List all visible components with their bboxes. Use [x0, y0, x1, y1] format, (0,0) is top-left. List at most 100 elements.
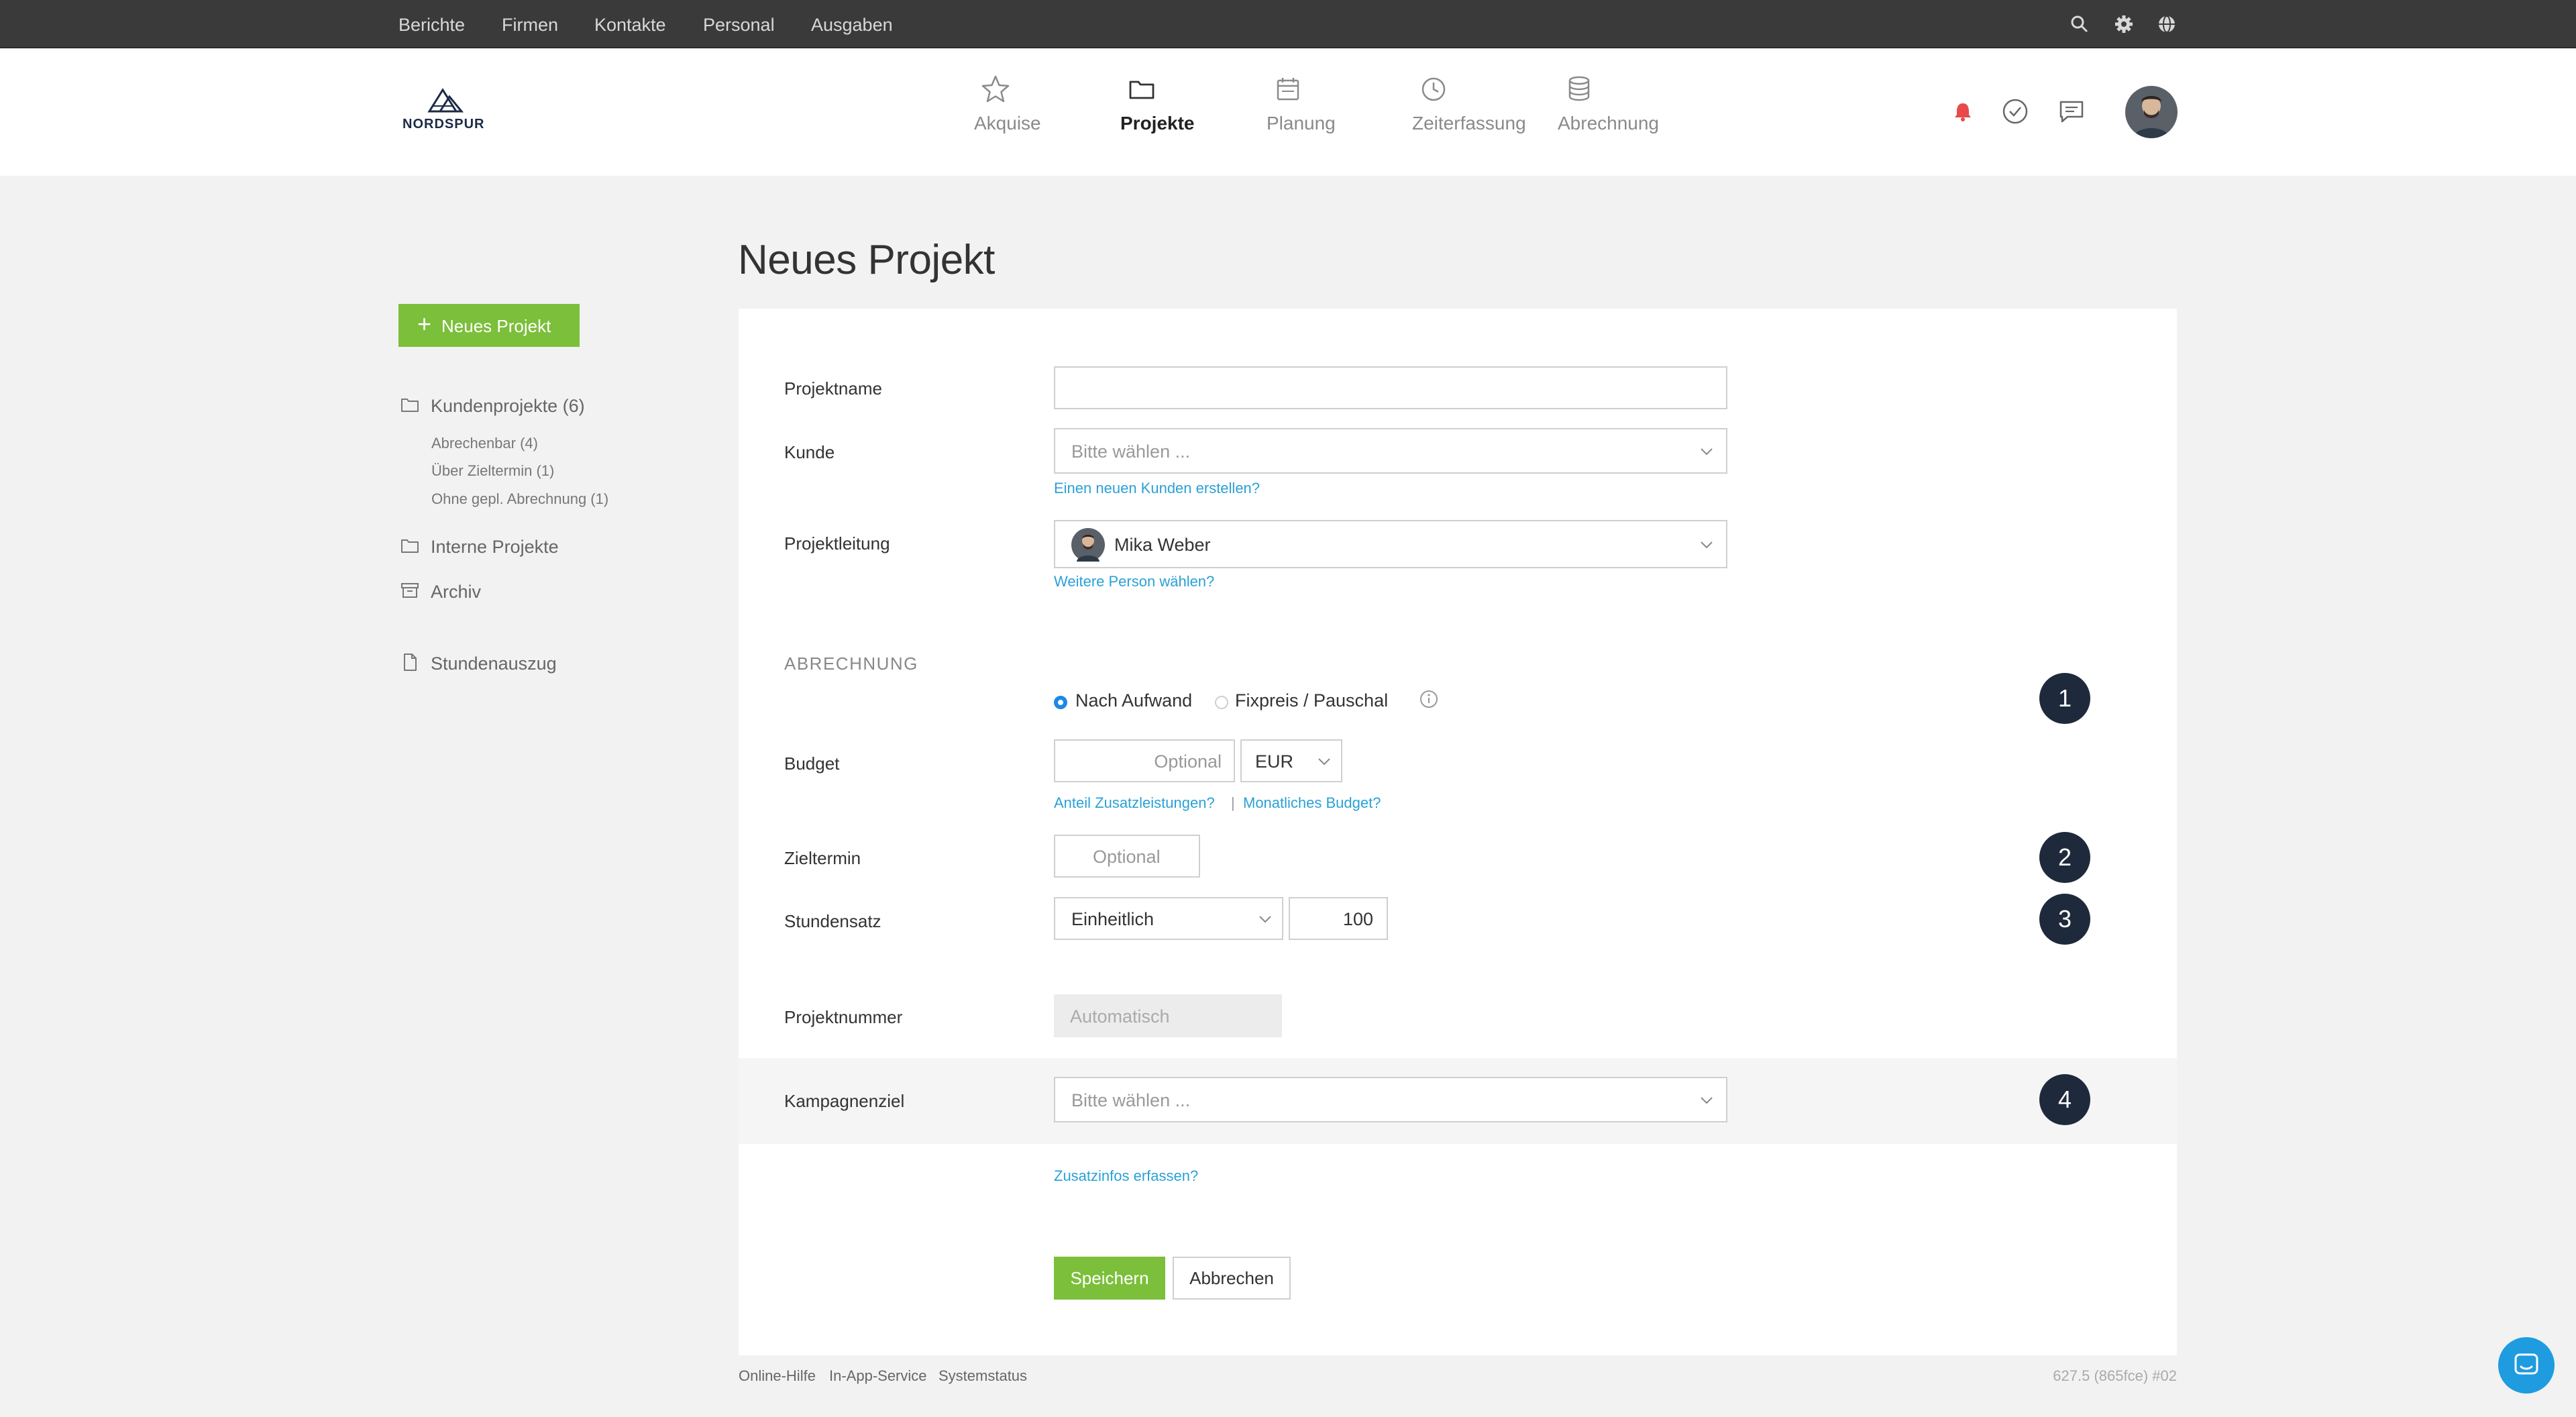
zieltermin-label: Zieltermin	[784, 848, 861, 868]
person-avatar-icon	[1071, 528, 1105, 562]
topnav-ausgaben[interactable]: Ausgaben	[811, 15, 893, 36]
stundensatz-value-input[interactable]: 100	[1289, 897, 1388, 940]
footer-link-in-app-service[interactable]: In-App-Service	[829, 1367, 927, 1385]
support-chat-button[interactable]	[2498, 1337, 2555, 1394]
sidebar-item-label: Archiv	[431, 582, 482, 602]
calendar-icon	[1277, 78, 1299, 101]
main-header: NORDSPUR Akquise Projekte Planung Zeiter…	[0, 50, 2576, 176]
kampagnenziel-placeholder: Bitte wählen ...	[1071, 1090, 1191, 1110]
version-text: 627.5 (865fce) #02	[2053, 1367, 2177, 1384]
zusatzinfos-link[interactable]: Zusatzinfos erfassen?	[1054, 1167, 1198, 1185]
chevron-down-icon	[1701, 541, 1713, 549]
save-button[interactable]: Speichern	[1054, 1257, 1165, 1300]
topnav-personal[interactable]: Personal	[703, 15, 775, 36]
footer-link-online-hilfe[interactable]: Online-Hilfe	[739, 1367, 816, 1385]
check-circle-icon[interactable]	[2000, 97, 2030, 126]
projektname-input[interactable]	[1054, 366, 1727, 409]
nav-planung-label: Planung	[1267, 113, 1336, 134]
projektleitung-label: Projektleitung	[784, 533, 890, 554]
chat-icon[interactable]	[2057, 97, 2086, 126]
stundensatz-value: 100	[1342, 909, 1373, 929]
nav-projekte[interactable]: Projekte	[1075, 74, 1209, 134]
sidebar-item-label: Interne Projekte	[431, 537, 559, 557]
clock-icon	[1421, 77, 1446, 101]
step-badge-1: 1	[2039, 673, 2090, 724]
currency-select[interactable]: EUR	[1240, 739, 1342, 782]
database-icon	[1568, 76, 1590, 101]
nav-projekte-label: Projekte	[1120, 113, 1195, 134]
budget-label: Budget	[784, 753, 840, 774]
folder-icon	[401, 399, 419, 412]
projektname-label: Projektname	[784, 378, 882, 399]
kunde-select[interactable]: Bitte wählen ...	[1054, 428, 1727, 474]
kunde-placeholder: Bitte wählen ...	[1071, 441, 1191, 462]
folder-icon	[1129, 81, 1155, 99]
zieltermin-input[interactable]: Optional	[1054, 835, 1200, 878]
top-bar: Berichte Firmen Kontakte Personal Ausgab…	[0, 0, 2576, 48]
radio-fixpreis[interactable]	[1215, 696, 1228, 709]
document-icon	[404, 653, 417, 671]
projektnummer-input: Automatisch	[1054, 994, 1282, 1037]
sidebar-subitem-abrechenbar[interactable]: Abrechenbar (4)	[431, 435, 538, 452]
folder-icon	[401, 539, 419, 553]
chevron-down-icon	[1701, 448, 1713, 456]
stundensatz-type-value: Einheitlich	[1071, 909, 1155, 929]
footer-link-systemstatus[interactable]: Systemstatus	[938, 1367, 1027, 1385]
monatliches-budget-link[interactable]: Monatliches Budget?	[1243, 794, 1381, 812]
chevron-down-icon	[1318, 758, 1330, 766]
kampagnenziel-select[interactable]: Bitte wählen ...	[1054, 1077, 1727, 1122]
topnav-berichte[interactable]: Berichte	[398, 15, 465, 36]
nav-abrechnung-label: Abrechnung	[1558, 113, 1660, 134]
kampagnenziel-label: Kampagnenziel	[784, 1091, 905, 1111]
step-badge-4: 4	[2039, 1074, 2090, 1125]
user-avatar-icon	[2125, 86, 2178, 138]
projektnummer-placeholder: Automatisch	[1070, 1006, 1170, 1027]
page: Berichte Firmen Kontakte Personal Ausgab…	[0, 0, 2576, 1417]
chevron-down-icon	[1259, 916, 1271, 923]
logo[interactable]: NORDSPUR	[402, 86, 490, 140]
mountain-logo-icon	[427, 88, 464, 113]
topnav-firmen[interactable]: Firmen	[502, 15, 558, 36]
cancel-button[interactable]: Abbrechen	[1173, 1257, 1291, 1300]
link-separator: |	[1231, 794, 1235, 811]
project-form-card: Projektname Kunde Bitte wählen ... Einen…	[739, 309, 2177, 1355]
nav-abrechnung[interactable]: Abrechnung	[1512, 74, 1659, 134]
projektleitung-select[interactable]: Mika Weber	[1054, 520, 1727, 568]
sidebar-subitem-ohne-abrechnung[interactable]: Ohne gepl. Abrechnung (1)	[431, 490, 608, 508]
budget-input[interactable]: Optional	[1054, 739, 1235, 782]
nav-akquise[interactable]: Akquise	[928, 74, 1063, 134]
archive-icon	[401, 583, 419, 598]
info-icon[interactable]	[1419, 689, 1439, 709]
additional-person-link[interactable]: Weitere Person wählen?	[1054, 573, 1214, 590]
nav-zeiterfassung[interactable]: Zeiterfassung	[1366, 74, 1526, 134]
step-badge-3: 3	[2039, 894, 2090, 945]
topnav-kontakte[interactable]: Kontakte	[594, 15, 666, 36]
avatar[interactable]	[2125, 86, 2178, 138]
radio-fixpreis-label[interactable]: Fixpreis / Pauschal	[1235, 690, 1388, 711]
radio-nach-aufwand-label[interactable]: Nach Aufwand	[1075, 690, 1192, 711]
radio-nach-aufwand[interactable]	[1054, 696, 1067, 709]
search-icon[interactable]	[2069, 13, 2090, 35]
projektnummer-label: Projektnummer	[784, 1007, 903, 1027]
stundensatz-type-select[interactable]: Einheitlich	[1054, 897, 1283, 940]
zieltermin-placeholder: Optional	[1093, 847, 1161, 867]
plus-icon: +	[417, 310, 432, 337]
nav-akquise-label: Akquise	[974, 113, 1041, 134]
gear-icon[interactable]	[2113, 13, 2135, 35]
bell-icon[interactable]	[1948, 97, 1978, 126]
kunde-label: Kunde	[784, 442, 835, 462]
nav-planung[interactable]: Planung	[1221, 74, 1355, 134]
section-abrechnung-heading: ABRECHNUNG	[784, 653, 918, 674]
projektleitung-value: Mika Weber	[1114, 535, 1211, 555]
new-customer-link[interactable]: Einen neuen Kunden erstellen?	[1054, 480, 1260, 497]
new-project-button[interactable]: + Neues Projekt	[398, 304, 580, 347]
sidebar-item-label: Kundenprojekte (6)	[431, 396, 585, 416]
page-title: Neues Projekt	[738, 237, 995, 283]
zusatzleistungen-link[interactable]: Anteil Zusatzleistungen?	[1054, 794, 1215, 812]
globe-icon[interactable]	[2156, 13, 2178, 35]
logo-text: NORDSPUR	[402, 117, 485, 132]
sidebar-subitem-ueber-zieltermin[interactable]: Über Zieltermin (1)	[431, 462, 554, 480]
stundensatz-label: Stundensatz	[784, 911, 881, 931]
star-icon	[981, 75, 1010, 103]
chevron-down-icon	[1701, 1097, 1713, 1104]
